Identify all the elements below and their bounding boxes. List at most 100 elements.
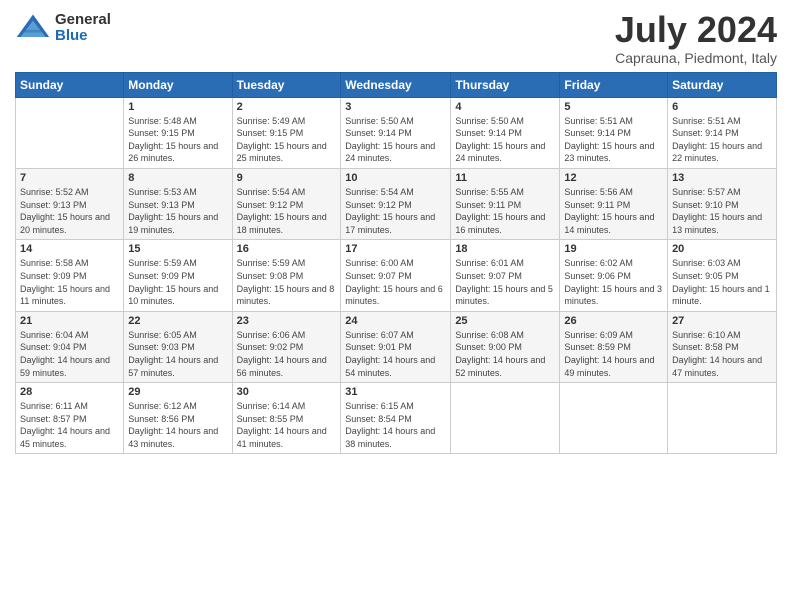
weekday-wednesday: Wednesday — [341, 72, 451, 97]
logo-icon — [15, 10, 51, 46]
calendar-cell: 11 Sunrise: 5:55 AMSunset: 9:11 PMDayligh… — [451, 168, 560, 239]
calendar-cell: 12 Sunrise: 5:56 AMSunset: 9:11 PMDayligh… — [560, 168, 668, 239]
day-number: 8 — [128, 172, 227, 184]
logo-blue: Blue — [55, 28, 111, 45]
calendar-cell: 18 Sunrise: 6:01 AMSunset: 9:07 PMDayligh… — [451, 240, 560, 311]
day-number: 27 — [672, 315, 772, 327]
day-info: Sunrise: 6:03 AMSunset: 9:05 PMDaylight:… — [672, 257, 772, 307]
day-number: 14 — [20, 243, 119, 255]
day-number: 28 — [20, 386, 119, 398]
calendar-cell: 26 Sunrise: 6:09 AMSunset: 8:59 PMDayligh… — [560, 311, 668, 382]
calendar-cell — [451, 383, 560, 454]
calendar-week-row: 7 Sunrise: 5:52 AMSunset: 9:13 PMDaylight… — [16, 168, 777, 239]
day-info: Sunrise: 5:53 AMSunset: 9:13 PMDaylight:… — [128, 186, 227, 236]
page: General Blue July 2024 Caprauna, Piedmon… — [0, 0, 792, 612]
day-info: Sunrise: 5:48 AMSunset: 9:15 PMDaylight:… — [128, 115, 227, 165]
day-number: 17 — [345, 243, 446, 255]
day-number: 7 — [20, 172, 119, 184]
day-number: 18 — [455, 243, 555, 255]
day-info: Sunrise: 6:04 AMSunset: 9:04 PMDaylight:… — [20, 329, 119, 379]
calendar-cell — [560, 383, 668, 454]
day-info: Sunrise: 6:09 AMSunset: 8:59 PMDaylight:… — [564, 329, 663, 379]
calendar-week-row: 21 Sunrise: 6:04 AMSunset: 9:04 PMDayligh… — [16, 311, 777, 382]
day-info: Sunrise: 5:50 AMSunset: 9:14 PMDaylight:… — [455, 115, 555, 165]
day-number: 30 — [237, 386, 337, 398]
day-info: Sunrise: 5:55 AMSunset: 9:11 PMDaylight:… — [455, 186, 555, 236]
calendar-cell: 6Sunrise: 5:51 AMSunset: 9:14 PMDaylight… — [668, 97, 777, 168]
day-number: 1 — [128, 101, 227, 113]
day-info: Sunrise: 6:11 AMSunset: 8:57 PMDaylight:… — [20, 400, 119, 450]
logo: General Blue — [15, 10, 111, 46]
weekday-sunday: Sunday — [16, 72, 124, 97]
logo-general: General — [55, 12, 111, 29]
day-number: 2 — [237, 101, 337, 113]
calendar-cell: 7 Sunrise: 5:52 AMSunset: 9:13 PMDaylight… — [16, 168, 124, 239]
day-number: 9 — [237, 172, 337, 184]
month-title: July 2024 — [615, 10, 777, 50]
day-info: Sunrise: 5:54 AMSunset: 9:12 PMDaylight:… — [345, 186, 446, 236]
day-number: 15 — [128, 243, 227, 255]
day-info: Sunrise: 5:51 AMSunset: 9:14 PMDaylight:… — [672, 115, 772, 165]
calendar-cell: 14 Sunrise: 5:58 AMSunset: 9:09 PMDayligh… — [16, 240, 124, 311]
day-number: 29 — [128, 386, 227, 398]
calendar-cell: 16 Sunrise: 5:59 AMSunset: 9:08 PMDayligh… — [232, 240, 341, 311]
calendar-cell: 1 Sunrise: 5:48 AMSunset: 9:15 PMDaylight… — [124, 97, 232, 168]
weekday-monday: Monday — [124, 72, 232, 97]
calendar-cell: 5 Sunrise: 5:51 AMSunset: 9:14 PMDaylight… — [560, 97, 668, 168]
day-info: Sunrise: 5:54 AMSunset: 9:12 PMDaylight:… — [237, 186, 337, 236]
day-info: Sunrise: 5:51 AMSunset: 9:14 PMDaylight:… — [564, 115, 663, 165]
logo-text: General Blue — [55, 12, 111, 45]
calendar-cell: 4 Sunrise: 5:50 AMSunset: 9:14 PMDaylight… — [451, 97, 560, 168]
day-info: Sunrise: 6:02 AMSunset: 9:06 PMDaylight:… — [564, 257, 663, 307]
day-info: Sunrise: 6:05 AMSunset: 9:03 PMDaylight:… — [128, 329, 227, 379]
day-info: Sunrise: 6:00 AMSunset: 9:07 PMDaylight:… — [345, 257, 446, 307]
day-info: Sunrise: 5:59 AMSunset: 9:08 PMDaylight:… — [237, 257, 337, 307]
calendar-cell: 30 Sunrise: 6:14 AMSunset: 8:55 PMDayligh… — [232, 383, 341, 454]
day-info: Sunrise: 5:52 AMSunset: 9:13 PMDaylight:… — [20, 186, 119, 236]
day-number: 21 — [20, 315, 119, 327]
day-info: Sunrise: 5:58 AMSunset: 9:09 PMDaylight:… — [20, 257, 119, 307]
calendar-cell: 22Sunrise: 6:05 AMSunset: 9:03 PMDayligh… — [124, 311, 232, 382]
day-number: 23 — [237, 315, 337, 327]
calendar-cell: 8 Sunrise: 5:53 AMSunset: 9:13 PMDaylight… — [124, 168, 232, 239]
day-number: 19 — [564, 243, 663, 255]
day-number: 26 — [564, 315, 663, 327]
calendar-cell: 21 Sunrise: 6:04 AMSunset: 9:04 PMDayligh… — [16, 311, 124, 382]
weekday-header-row: SundayMondayTuesdayWednesdayThursdayFrid… — [16, 72, 777, 97]
calendar-cell: 24Sunrise: 6:07 AMSunset: 9:01 PMDayligh… — [341, 311, 451, 382]
calendar-cell: 2 Sunrise: 5:49 AMSunset: 9:15 PMDaylight… — [232, 97, 341, 168]
location-title: Caprauna, Piedmont, Italy — [615, 50, 777, 66]
calendar-cell: 29 Sunrise: 6:12 AMSunset: 8:56 PMDayligh… — [124, 383, 232, 454]
weekday-thursday: Thursday — [451, 72, 560, 97]
day-number: 13 — [672, 172, 772, 184]
day-info: Sunrise: 6:12 AMSunset: 8:56 PMDaylight:… — [128, 400, 227, 450]
day-info: Sunrise: 6:14 AMSunset: 8:55 PMDaylight:… — [237, 400, 337, 450]
day-info: Sunrise: 6:15 AMSunset: 8:54 PMDaylight:… — [345, 400, 446, 450]
day-info: Sunrise: 5:59 AMSunset: 9:09 PMDaylight:… — [128, 257, 227, 307]
day-info: Sunrise: 5:49 AMSunset: 9:15 PMDaylight:… — [237, 115, 337, 165]
day-info: Sunrise: 5:57 AMSunset: 9:10 PMDaylight:… — [672, 186, 772, 236]
calendar-cell: 31Sunrise: 6:15 AMSunset: 8:54 PMDayligh… — [341, 383, 451, 454]
weekday-tuesday: Tuesday — [232, 72, 341, 97]
weekday-friday: Friday — [560, 72, 668, 97]
calendar-cell: 23 Sunrise: 6:06 AMSunset: 9:02 PMDayligh… — [232, 311, 341, 382]
day-number: 11 — [455, 172, 555, 184]
day-number: 12 — [564, 172, 663, 184]
day-info: Sunrise: 5:56 AMSunset: 9:11 PMDaylight:… — [564, 186, 663, 236]
day-info: Sunrise: 6:01 AMSunset: 9:07 PMDaylight:… — [455, 257, 555, 307]
calendar-cell: 27 Sunrise: 6:10 AMSunset: 8:58 PMDayligh… — [668, 311, 777, 382]
day-number: 3 — [345, 101, 446, 113]
day-number: 4 — [455, 101, 555, 113]
day-number: 5 — [564, 101, 663, 113]
day-number: 16 — [237, 243, 337, 255]
calendar-table: SundayMondayTuesdayWednesdayThursdayFrid… — [15, 72, 777, 455]
title-block: July 2024 Caprauna, Piedmont, Italy — [615, 10, 777, 66]
calendar-cell: 9 Sunrise: 5:54 AMSunset: 9:12 PMDaylight… — [232, 168, 341, 239]
calendar-cell: 3Sunrise: 5:50 AMSunset: 9:14 PMDaylight… — [341, 97, 451, 168]
calendar-week-row: 28 Sunrise: 6:11 AMSunset: 8:57 PMDayligh… — [16, 383, 777, 454]
day-info: Sunrise: 6:10 AMSunset: 8:58 PMDaylight:… — [672, 329, 772, 379]
calendar-cell: 19 Sunrise: 6:02 AMSunset: 9:06 PMDayligh… — [560, 240, 668, 311]
day-number: 10 — [345, 172, 446, 184]
day-info: Sunrise: 6:06 AMSunset: 9:02 PMDaylight:… — [237, 329, 337, 379]
calendar-cell: 20Sunrise: 6:03 AMSunset: 9:05 PMDayligh… — [668, 240, 777, 311]
